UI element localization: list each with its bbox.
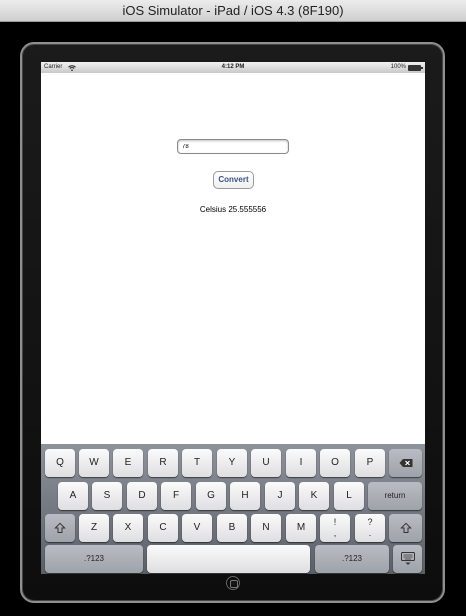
battery-percent: 100% — [390, 64, 406, 70]
key-b[interactable]: B — [217, 514, 247, 542]
ipad-screen: Carrier 4:12 PM 100% Convert Celsius 25.… — [41, 62, 425, 574]
key-exclaim-label: ! — [333, 517, 337, 527]
key-o[interactable]: O — [320, 449, 350, 477]
dismiss-keyboard-key[interactable] — [393, 545, 422, 573]
numbers-key-right[interactable]: .?123 — [315, 545, 389, 573]
key-r[interactable]: R — [148, 449, 178, 477]
shift-key-left[interactable] — [45, 514, 75, 542]
key-x[interactable]: X — [113, 514, 143, 542]
key-period-label: . — [368, 528, 372, 538]
convert-button[interactable]: Convert — [213, 171, 254, 189]
key-t[interactable]: T — [182, 449, 212, 477]
space-key[interactable] — [147, 545, 310, 573]
result-label: Celsius 25.555556 — [199, 205, 267, 214]
key-i[interactable]: I — [286, 449, 316, 477]
key-comma-label: , — [333, 528, 337, 538]
return-key[interactable]: return — [368, 482, 422, 510]
key-e[interactable]: E — [113, 449, 143, 477]
key-w[interactable]: W — [79, 449, 109, 477]
key-question-period[interactable]: ? . — [355, 514, 385, 542]
key-c[interactable]: C — [148, 514, 178, 542]
key-j[interactable]: J — [265, 482, 295, 510]
shift-key-right[interactable] — [389, 514, 422, 542]
key-a[interactable]: A — [58, 482, 88, 510]
window-title: iOS Simulator - iPad / iOS 4.3 (8F190) — [122, 3, 344, 18]
key-l[interactable]: L — [334, 482, 364, 510]
key-g[interactable]: G — [196, 482, 226, 510]
backspace-key[interactable] — [389, 449, 422, 477]
key-z[interactable]: Z — [79, 514, 109, 542]
temperature-input[interactable] — [177, 139, 289, 154]
key-m[interactable]: M — [286, 514, 316, 542]
key-h[interactable]: H — [230, 482, 260, 510]
keyboard: Q W E R T Y U I O P A S D F G H J K L re… — [41, 444, 425, 574]
status-time: 4:12 PM — [221, 64, 245, 70]
status-bar: Carrier 4:12 PM 100% — [41, 62, 425, 73]
key-u[interactable]: U — [251, 449, 281, 477]
key-f[interactable]: F — [161, 482, 191, 510]
key-n[interactable]: N — [251, 514, 281, 542]
key-v[interactable]: V — [182, 514, 212, 542]
home-button-icon[interactable] — [226, 576, 240, 590]
key-question-label: ? — [367, 517, 373, 527]
key-q[interactable]: Q — [45, 449, 75, 477]
backspace-icon — [399, 459, 412, 467]
window-title-bar: iOS Simulator - iPad / iOS 4.3 (8F190) — [0, 0, 466, 22]
key-y[interactable]: Y — [217, 449, 247, 477]
shift-icon — [400, 522, 411, 533]
shift-icon — [54, 522, 66, 533]
key-exclaim-comma[interactable]: ! , — [320, 514, 350, 542]
key-p[interactable]: P — [355, 449, 385, 477]
numbers-key-left[interactable]: .?123 — [45, 545, 143, 573]
key-d[interactable]: D — [127, 482, 157, 510]
key-k[interactable]: K — [299, 482, 329, 510]
key-s[interactable]: S — [92, 482, 122, 510]
battery-icon — [408, 65, 423, 71]
keyboard-dismiss-icon — [400, 552, 415, 565]
